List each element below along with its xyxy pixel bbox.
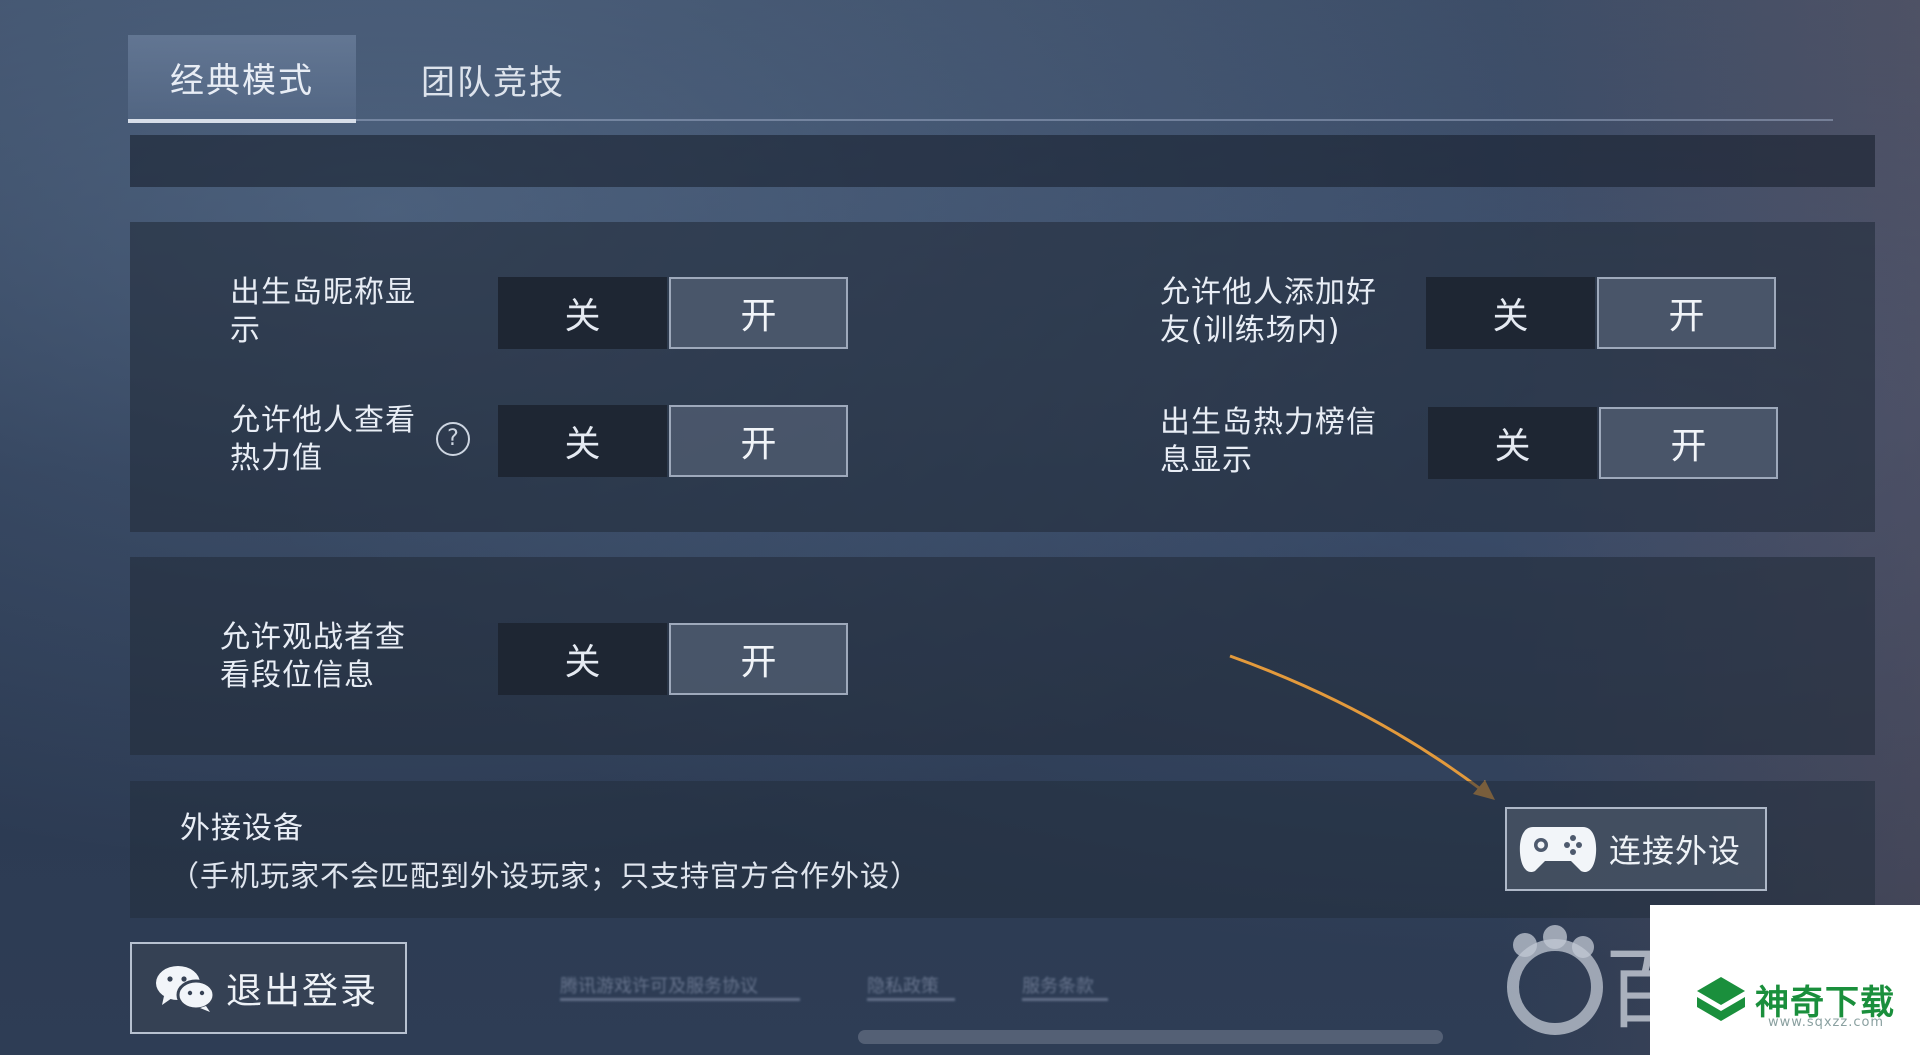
spectator-rank-toggle: 关 开 <box>498 623 848 695</box>
tab-content-header-bar <box>130 135 1875 187</box>
gamepad-icon <box>1519 827 1597 873</box>
home-indicator-bar <box>858 1030 1443 1044</box>
birth-nickname-label: 出生岛昵称显 示 <box>230 275 416 348</box>
birth-heat-board-toggle: 关 开 <box>1428 407 1778 479</box>
allow-add-friend-label: 允许他人添加好 友(训练场内) <box>1160 275 1377 348</box>
birth-heat-board-on-button[interactable]: 开 <box>1599 407 1778 479</box>
footer-link-privacy[interactable]: 隐私政策 <box>867 972 955 1001</box>
sqxzz-logo-icon <box>1697 977 1745 1021</box>
game-settings-screen: 经典模式 团队竞技 出生岛昵称显 示 关 开 允许他人添加好 友(训练场内) 关… <box>0 0 1920 1055</box>
spectator-settings-panel: 允许观战者查 看段位信息 关 开 <box>130 557 1875 755</box>
birth-heat-board-label: 出生岛热力榜信 息显示 <box>1160 405 1377 478</box>
watermark-site: www.sqxzz.com <box>1768 1015 1885 1030</box>
logout-label: 退出登录 <box>226 971 379 1012</box>
birth-nickname-toggle: 关 开 <box>498 277 848 349</box>
footer-link-terms[interactable]: 服务条款 <box>1022 972 1108 1001</box>
tab-classic-mode[interactable]: 经典模式 <box>128 35 356 123</box>
connect-device-label: 连接外设 <box>1609 832 1742 870</box>
allow-view-heat-toggle: 关 开 <box>498 405 848 477</box>
allow-add-friend-toggle: 关 开 <box>1426 277 1776 349</box>
allow-view-heat-off-button[interactable]: 关 <box>498 405 668 477</box>
spectator-rank-label: 允许观战者查 看段位信息 <box>220 620 406 693</box>
allow-view-heat-on-button[interactable]: 开 <box>669 405 848 477</box>
external-device-title: 外接设备 <box>180 811 304 846</box>
mode-tabs: 经典模式 团队竞技 <box>128 35 1833 123</box>
birth-heat-board-off-button[interactable]: 关 <box>1428 407 1598 479</box>
allow-add-friend-off-button[interactable]: 关 <box>1426 277 1596 349</box>
birth-nickname-off-button[interactable]: 关 <box>498 277 668 349</box>
tab-underline <box>356 119 1833 121</box>
privacy-settings-panel: 出生岛昵称显 示 关 开 允许他人添加好 友(训练场内) 关 开 允许他人查看 … <box>130 222 1875 532</box>
external-device-description: （手机玩家不会匹配到外设玩家；只支持官方合作外设） <box>170 859 921 893</box>
tab-team-battle[interactable]: 团队竞技 <box>398 35 588 123</box>
spectator-rank-on-button[interactable]: 开 <box>669 623 848 695</box>
help-icon[interactable]: ? <box>436 422 470 456</box>
wechat-icon <box>156 966 216 1012</box>
connect-device-button[interactable]: 连接外设 <box>1505 807 1767 891</box>
footer-link-license[interactable]: 腾讯游戏许可及服务协议 <box>560 972 800 1001</box>
sqxzz-watermark: 神奇下载 www.sqxzz.com <box>1650 905 1920 1055</box>
external-device-panel: 外接设备 （手机玩家不会匹配到外设玩家；只支持官方合作外设） 连接外设 <box>130 781 1875 918</box>
spectator-rank-off-button[interactable]: 关 <box>498 623 668 695</box>
allow-add-friend-on-button[interactable]: 开 <box>1597 277 1776 349</box>
allow-view-heat-label: 允许他人查看 热力值 <box>230 403 416 476</box>
birth-nickname-on-button[interactable]: 开 <box>669 277 848 349</box>
logout-button[interactable]: 退出登录 <box>130 942 407 1034</box>
